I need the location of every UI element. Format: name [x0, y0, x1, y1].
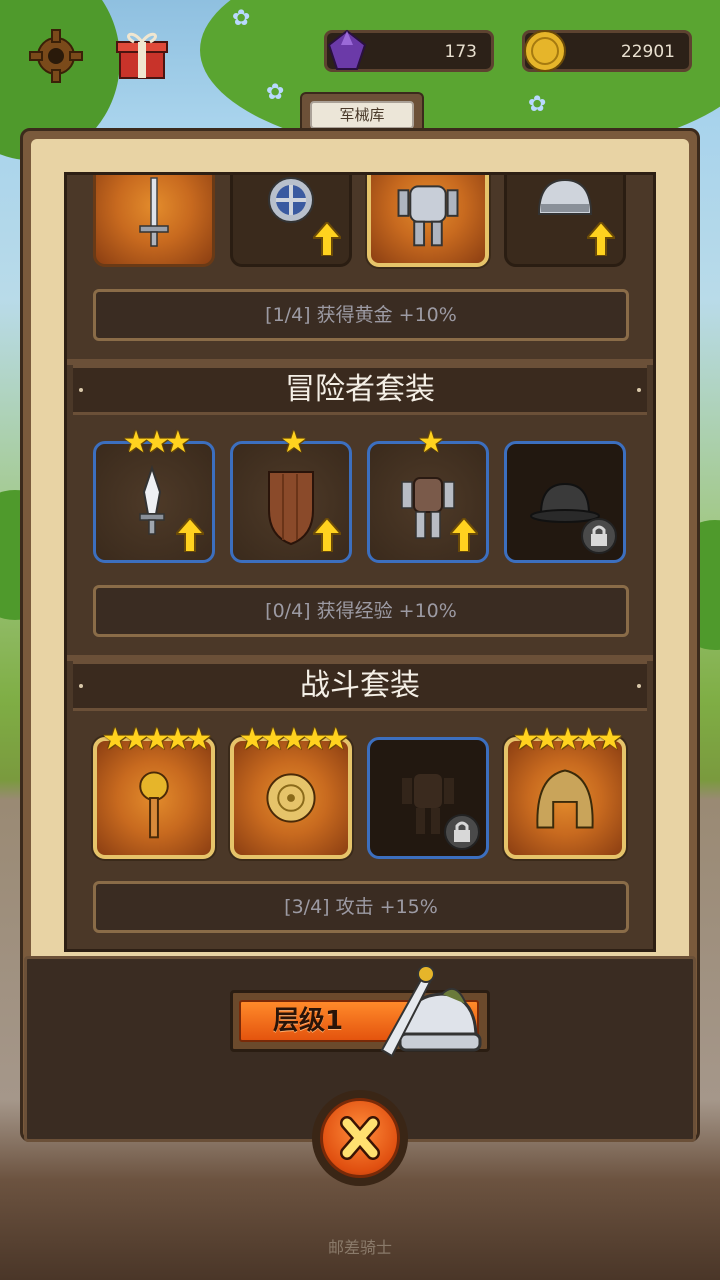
equipment-slot-helmet[interactable] [504, 175, 626, 267]
equipment-slot-sword[interactable] [93, 175, 215, 267]
upgrade-arrow-icon [313, 222, 341, 256]
gem-count: 173 [444, 42, 477, 62]
armory-tab-label: 军械库 [310, 101, 414, 129]
knight-helmet-icon [380, 965, 482, 1058]
plate-armor-icon [397, 185, 459, 247]
equipment-slot-mace[interactable]: ★★★★★ [93, 725, 215, 859]
game-scene: ✿ ✿ ✿ ✿ 173 [0, 0, 720, 1280]
flower-decoration: ✿ [528, 92, 547, 117]
upgrade-arrow-icon [587, 222, 615, 256]
golden-helmet-icon [536, 769, 594, 829]
equipment-slot-leather-armor[interactable]: ★ [367, 428, 489, 563]
star-rating: ★★★ [122, 425, 192, 460]
gear-icon[interactable] [28, 28, 84, 84]
gold-count: 22901 [620, 42, 675, 62]
equipment-slot-shield[interactable] [230, 175, 352, 267]
equipment-slot-armor[interactable] [367, 175, 489, 267]
star-rating: ★★★★★ [238, 722, 349, 757]
set-bonus-gold: [1/4] 获得黄金 +10% [93, 289, 629, 341]
equipment-set-list[interactable]: [1/4] 获得黄金 +10% 冒险者套装 ★★★ ★ ★ [0/4] 获得经验… [64, 172, 656, 952]
golden-shield-icon [266, 773, 316, 823]
flower-decoration: ✿ [232, 6, 251, 31]
upgrade-arrow-icon [313, 518, 341, 552]
set-title-battle: 战斗套装 [73, 661, 647, 711]
set-bonus-attack: [3/4] 攻击 +15% [93, 881, 629, 933]
equipment-slot-locked-helmet[interactable] [504, 441, 626, 563]
star-rating: ★ [280, 425, 308, 460]
equipment-slot-locked-armor[interactable] [367, 737, 489, 859]
gift-icon[interactable] [114, 28, 170, 82]
mace-icon [139, 771, 169, 839]
star-rating: ★★★★★ [101, 722, 212, 757]
gold-coin-icon [524, 30, 566, 72]
close-icon [340, 1116, 380, 1160]
equipment-slot-dagger[interactable]: ★★★ [93, 428, 215, 563]
flower-decoration: ✿ [266, 80, 285, 105]
lock-icon [444, 814, 480, 850]
star-rating: ★★★★★ [512, 722, 623, 757]
equipment-slot-wooden-shield[interactable]: ★ [230, 428, 352, 563]
gem-counter: 173 [324, 29, 494, 72]
level-label: 层级1 [273, 1006, 344, 1036]
footer-caption: 邮差骑士 [327, 1238, 392, 1257]
set-title-adventurer: 冒险者套装 [73, 365, 647, 415]
upgrade-arrow-icon [450, 518, 478, 552]
set-bonus-experience: [0/4] 获得经验 +10% [93, 585, 629, 637]
lock-icon [581, 518, 617, 554]
star-rating: ★ [417, 425, 445, 460]
close-button[interactable] [312, 1090, 408, 1186]
equipment-slot-gold-shield[interactable]: ★★★★★ [230, 725, 352, 859]
sword-icon [139, 177, 169, 247]
gem-icon [327, 29, 367, 70]
equipment-slot-gold-helmet[interactable]: ★★★★★ [504, 725, 626, 859]
upgrade-arrow-icon [176, 518, 204, 552]
gold-counter: 22901 [522, 30, 692, 72]
